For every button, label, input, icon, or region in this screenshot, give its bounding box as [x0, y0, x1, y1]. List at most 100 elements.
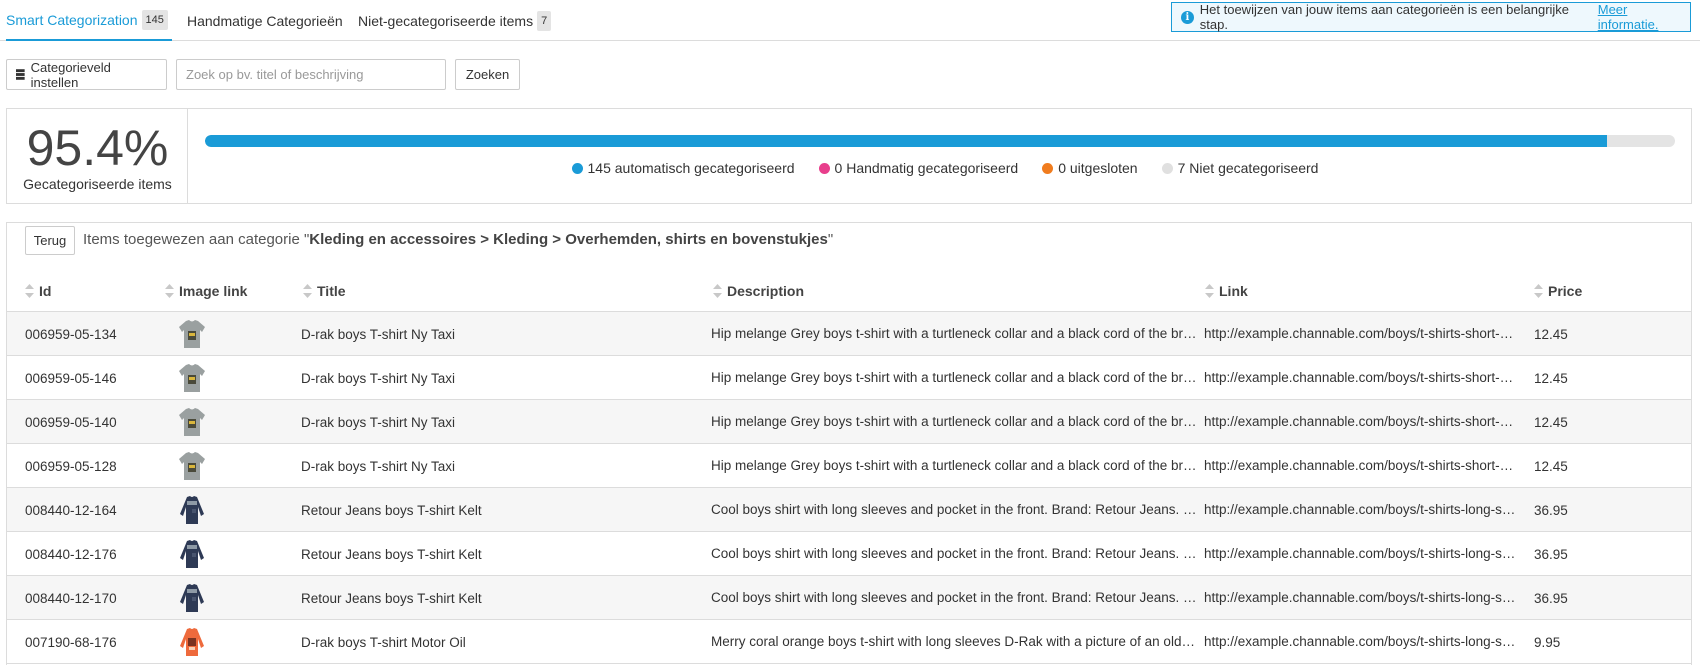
cell-id: 008440-12-176 — [25, 546, 117, 562]
cell-description: Hip melange Grey boys t-shirt with a tur… — [711, 370, 1197, 385]
table-row[interactable]: 006959-05-134 D-rak boys T-shirt Ny Taxi… — [7, 312, 1691, 356]
cell-title: D-rak boys T-shirt Ny Taxi — [301, 326, 456, 342]
navy-longsleeve-thumbnail — [180, 540, 204, 568]
orange-longsleeve-thumbnail — [180, 628, 204, 656]
tab-label: Niet-gecategoriseerde items — [358, 12, 534, 29]
column-header-link[interactable]: Link — [1205, 270, 1248, 312]
legend-label: 0 uitgesloten — [1058, 160, 1138, 176]
cell-price: 36.95 — [1534, 590, 1568, 606]
cell-link[interactable]: http://example.channable.com/boys/t-shir… — [1204, 488, 1526, 532]
column-label: Id — [39, 283, 52, 299]
cell-title: D-rak boys T-shirt Ny Taxi — [301, 370, 456, 386]
categorization-stats: 95.4% Gecategoriseerde items 145 automat… — [6, 108, 1692, 204]
grey-tshirt-thumbnail — [179, 364, 205, 392]
cell-image — [177, 400, 211, 444]
cell-description: Cool boys shirt with long sleeves and po… — [711, 546, 1197, 561]
cell-title: D-rak boys T-shirt Ny Taxi — [301, 458, 456, 474]
cell-image — [177, 356, 211, 400]
info-icon: i — [1181, 10, 1194, 24]
legend-item-uncategorized: 7 Niet gecategoriseerd — [1161, 160, 1319, 176]
sort-icon — [1534, 284, 1543, 298]
grey-tshirt-thumbnail — [179, 320, 205, 348]
column-header-title[interactable]: Title — [303, 270, 346, 312]
cell-link[interactable]: http://example.channable.com/boys/t-shir… — [1204, 356, 1526, 400]
cell-image — [177, 488, 211, 532]
column-label: Title — [317, 283, 346, 299]
more-info-link[interactable]: Meer informatie. — [1598, 2, 1690, 32]
cell-link[interactable]: http://example.channable.com/boys/t-shir… — [1204, 532, 1526, 576]
cell-id: 006959-05-134 — [25, 326, 117, 342]
cell-price: 12.45 — [1534, 370, 1568, 386]
legend-item-manual: 0 Handmatig gecategoriseerd — [818, 160, 1019, 176]
cell-title: D-rak boys T-shirt Motor Oil — [301, 634, 466, 650]
legend-label: 0 Handmatig gecategoriseerd — [834, 160, 1019, 176]
button-label: Categorieveld instellen — [30, 59, 111, 90]
tab-label: Handmatige Categorieën — [187, 12, 343, 29]
cell-link[interactable]: http://example.channable.com/boys/t-shir… — [1204, 444, 1526, 488]
cell-price: 36.95 — [1534, 502, 1568, 518]
progress-bar — [205, 135, 1675, 147]
cell-link[interactable]: http://example.channable.com/boys/t-shir… — [1204, 576, 1526, 620]
legend-dot — [818, 162, 830, 174]
search-button[interactable]: Zoeken — [455, 59, 520, 90]
sort-icon — [713, 284, 722, 298]
set-category-field-button[interactable]: Categorieveld instellen — [6, 59, 167, 90]
cell-id: 008440-12-170 — [25, 590, 117, 606]
cell-link[interactable]: http://example.channable.com/boys/t-shir… — [1204, 620, 1526, 664]
cell-link[interactable]: http://example.channable.com/boys/t-shir… — [1204, 312, 1526, 356]
search-input[interactable] — [176, 59, 446, 90]
navy-longsleeve-thumbnail — [180, 496, 204, 524]
legend-dot — [571, 162, 583, 174]
legend-dot — [1161, 162, 1173, 174]
column-header-id[interactable]: Id — [25, 270, 51, 312]
navy-longsleeve-thumbnail — [180, 584, 204, 612]
cell-description: Hip melange Grey boys t-shirt with a tur… — [711, 414, 1197, 429]
notice-text: Het toewijzen van jouw items aan categor… — [1199, 2, 1570, 32]
tab-count-badge: 7 — [537, 10, 552, 31]
table-row[interactable]: 006959-05-128 D-rak boys T-shirt Ny Taxi… — [7, 444, 1691, 488]
category-breadcrumb: Items toegewezen aan categorie "Kleding … — [83, 231, 833, 248]
table-row[interactable]: 007190-68-176 D-rak boys T-shirt Motor O… — [7, 620, 1691, 664]
cell-id: 008440-12-164 — [25, 502, 117, 518]
column-header-image-link[interactable]: Image link — [165, 270, 247, 312]
tab-manual-categories[interactable]: Handmatige Categorieën — [187, 0, 343, 41]
database-icon — [16, 69, 25, 80]
column-label: Link — [1219, 283, 1248, 299]
legend-label: 7 Niet gecategoriseerd — [1177, 160, 1319, 176]
table-body: 006959-05-134 D-rak boys T-shirt Ny Taxi… — [7, 312, 1691, 664]
column-label: Image link — [179, 283, 248, 299]
cell-price: 12.45 — [1534, 414, 1568, 430]
column-header-description[interactable]: Description — [713, 270, 804, 312]
sort-icon — [165, 284, 174, 298]
table-row[interactable]: 006959-05-146 D-rak boys T-shirt Ny Taxi… — [7, 356, 1691, 400]
cell-id: 006959-05-140 — [25, 414, 117, 430]
cell-description: Hip melange Grey boys t-shirt with a tur… — [711, 326, 1197, 341]
cell-id: 007190-68-176 — [25, 634, 117, 650]
column-label: Description — [727, 283, 805, 299]
cell-image — [177, 444, 211, 488]
tab-uncategorized-items[interactable]: Niet-gecategoriseerde items 7 — [358, 0, 552, 41]
cell-title: D-rak boys T-shirt Ny Taxi — [301, 414, 456, 430]
column-header-price[interactable]: Price — [1534, 270, 1582, 312]
sort-icon — [1205, 284, 1214, 298]
legend-label: 145 automatisch gecategoriseerd — [587, 160, 795, 176]
cell-description: Merry coral orange boys t-shirt with lon… — [711, 634, 1197, 649]
table-header: Id Image link Title Description Link Pri… — [7, 270, 1691, 312]
breadcrumb-suffix: " — [827, 231, 834, 248]
cell-price: 36.95 — [1534, 546, 1568, 562]
cell-image — [177, 620, 211, 664]
tab-smart-categorization[interactable]: Smart Categorization 145 — [6, 0, 172, 41]
cell-link[interactable]: http://example.channable.com/boys/t-shir… — [1204, 400, 1526, 444]
cell-image — [177, 532, 211, 576]
table-row[interactable]: 008440-12-164 Retour Jeans boys T-shirt … — [7, 488, 1691, 532]
cell-title: Retour Jeans boys T-shirt Kelt — [301, 502, 482, 518]
cell-id: 006959-05-128 — [25, 458, 117, 474]
back-button[interactable]: Terug — [25, 226, 75, 255]
grey-tshirt-thumbnail — [179, 408, 205, 436]
table-row[interactable]: 006959-05-140 D-rak boys T-shirt Ny Taxi… — [7, 400, 1691, 444]
table-row[interactable]: 008440-12-176 Retour Jeans boys T-shirt … — [7, 532, 1691, 576]
cell-description: Cool boys shirt with long sleeves and po… — [711, 502, 1197, 517]
table-row[interactable]: 008440-12-170 Retour Jeans boys T-shirt … — [7, 576, 1691, 620]
breadcrumb-prefix: Items toegewezen aan categorie " — [83, 231, 310, 248]
legend-dot — [1042, 162, 1054, 174]
